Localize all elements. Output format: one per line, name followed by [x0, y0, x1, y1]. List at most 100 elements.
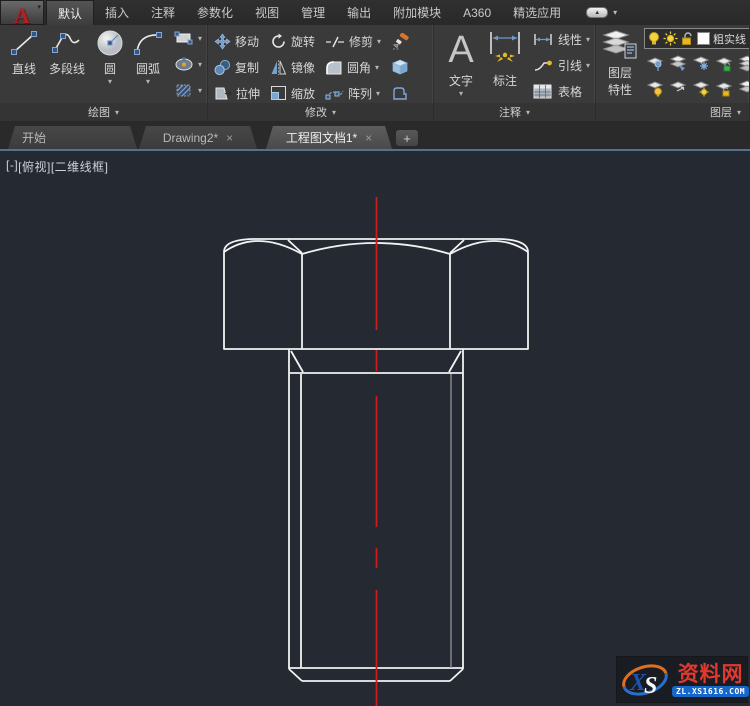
text-button[interactable]: A 文字 ▾ — [440, 28, 482, 103]
ellipse-dropdown-icon[interactable]: ▾ — [198, 60, 202, 69]
layer-on-off-button[interactable] — [644, 77, 665, 99]
file-tab-active-doc-label: 工程图文档1* — [285, 131, 358, 145]
table-icon — [532, 84, 554, 99]
text-dropdown-icon[interactable]: ▾ — [459, 90, 463, 98]
text-label: 文字 — [448, 74, 473, 88]
mirror-button[interactable]: 镜像 — [270, 59, 315, 76]
circle-button[interactable]: 圆 ▾ — [92, 28, 128, 103]
layer-lock-button[interactable] — [713, 52, 734, 74]
application-menu-button[interactable]: A ▾ — [0, 0, 44, 28]
scale-button[interactable]: 缩放 — [270, 85, 315, 102]
tab-insert[interactable]: 插入 — [94, 0, 140, 25]
trim-label: 修剪 — [349, 35, 374, 50]
tab-view[interactable]: 视图 — [244, 0, 290, 25]
array-dropdown-icon[interactable]: ▾ — [376, 89, 380, 98]
table-label: 表格 — [558, 85, 583, 99]
file-tab-active-doc[interactable]: 工程图文档1* × — [266, 126, 392, 149]
layer-isolate-button[interactable] — [644, 52, 665, 74]
tab-manage[interactable]: 管理 — [290, 0, 336, 25]
line-label: 直线 — [11, 62, 36, 76]
linear-label: 线性 — [558, 33, 583, 47]
tab-a360[interactable]: A360 — [452, 0, 502, 25]
new-drawing-button[interactable]: + — [395, 129, 419, 147]
draw-panel-expand-icon: ▾ — [114, 107, 119, 117]
fillet-icon — [325, 60, 343, 75]
tab-addins[interactable]: 附加模块 — [382, 0, 452, 25]
linear-dimension-button[interactable]: 线性 ▾ — [532, 31, 590, 48]
layer-thaw-sun-icon — [663, 31, 678, 46]
move-icon — [214, 33, 231, 50]
draw-panel-title[interactable]: 绘图 ▾ — [0, 103, 207, 121]
dimension-button[interactable]: 标注 — [482, 28, 528, 103]
tab-parametric[interactable]: 参数化 — [186, 0, 244, 25]
tab-output[interactable]: 输出 — [336, 0, 382, 25]
table-button[interactable]: 表格 — [532, 83, 590, 100]
layers-panel-title[interactable]: 图层 ▾ — [596, 103, 749, 121]
erase-button[interactable] — [391, 33, 411, 50]
trim-button[interactable]: 修剪 ▾ — [325, 33, 381, 50]
fillet-button[interactable]: 圆角 ▾ — [325, 59, 381, 76]
ellipse-button[interactable]: ▾ — [174, 56, 202, 72]
explode-icon — [391, 59, 409, 76]
move-button[interactable]: 移动 — [214, 33, 260, 50]
linear-dropdown-icon[interactable]: ▾ — [586, 35, 590, 44]
layer-properties-label-2: 特性 — [607, 83, 632, 97]
ribbon-collapse-control: ▲ ▾ — [586, 0, 617, 25]
tab-annotate[interactable]: 注释 — [140, 0, 186, 25]
line-icon — [9, 28, 39, 58]
annotate-panel-title[interactable]: 注释 ▾ — [434, 103, 595, 121]
ribbon-collapse-button[interactable]: ▲ — [586, 7, 609, 18]
layer-walk-button[interactable] — [736, 77, 749, 99]
stretch-button[interactable]: 拉伸 — [214, 85, 260, 102]
trim-dropdown-icon[interactable]: ▾ — [377, 37, 381, 46]
layer-thaw-all-button[interactable] — [690, 77, 711, 99]
mirror-label: 镜像 — [291, 60, 316, 75]
offset-icon — [391, 85, 409, 101]
svg-text:A: A — [448, 29, 474, 70]
dimension-label: 标注 — [492, 74, 517, 88]
rectangle-dropdown-icon[interactable]: ▾ — [198, 34, 202, 43]
layer-change-button[interactable] — [667, 77, 688, 99]
current-layer-name: 粗实线 — [713, 33, 746, 46]
leader-dropdown-icon[interactable]: ▾ — [586, 61, 590, 70]
panel-annotate: A 文字 ▾ 标注 线性 ▾ 引线 ▾ 表格 注释 ▾ — [434, 25, 596, 121]
application-menu-caret-icon: ▾ — [37, 4, 41, 11]
offset-button[interactable] — [391, 85, 411, 101]
line-button[interactable]: 直线 — [6, 28, 42, 103]
explode-button[interactable] — [391, 59, 411, 76]
hatch-dropdown-icon[interactable]: ▾ — [198, 86, 202, 95]
layer-freeze-button[interactable] — [690, 52, 711, 74]
watermark-brand: 资料网 — [677, 661, 744, 686]
leader-button[interactable]: 引线 ▾ — [532, 57, 590, 74]
close-icon[interactable]: × — [226, 131, 233, 145]
layer-match-button[interactable] — [736, 52, 749, 74]
close-icon[interactable]: × — [365, 131, 372, 145]
file-tab-start[interactable]: 开始 — [8, 126, 137, 149]
text-icon: A — [443, 28, 479, 70]
array-button[interactable]: 阵列 ▾ — [325, 85, 381, 102]
layer-properties-button[interactable]: 图层 特性 — [602, 28, 638, 103]
model-space-canvas[interactable]: [-] [俯视] [二维线框] X S 资料网 ZL.XS1616.COM — [0, 151, 750, 706]
tab-default[interactable]: 默认 — [46, 0, 95, 25]
panel-modify: 移动 旋转 修剪 ▾ 复制 镜像 圆角 ▾ 拉伸 缩放 阵列 ▾ 修改 ▾ — [208, 25, 434, 121]
copy-button[interactable]: 复制 — [214, 59, 260, 76]
rectangle-button[interactable]: ▾ — [174, 31, 202, 46]
layer-make-current-button[interactable] — [667, 52, 688, 74]
panel-layers: 图层 特性 粗实线 图层 ▾ — [596, 25, 750, 121]
panel-draw: 直线 多段线 圆 ▾ 圆弧 ▾ ▾ ▾ ▾ 绘图 ▾ — [0, 25, 208, 121]
tab-featured-apps[interactable]: 精选应用 — [502, 0, 572, 25]
modify-panel-title[interactable]: 修改 ▾ — [208, 103, 433, 121]
circle-dropdown-icon[interactable]: ▾ — [108, 78, 112, 86]
ribbon-collapse-caret-icon[interactable]: ▾ — [613, 8, 617, 17]
file-tab-drawing2[interactable]: Drawing2* × — [139, 126, 257, 149]
arc-button[interactable]: 圆弧 ▾ — [128, 28, 168, 103]
polyline-button[interactable]: 多段线 — [42, 28, 92, 103]
rectangle-icon — [174, 31, 194, 46]
layer-selector-combo[interactable]: 粗实线 — [644, 28, 749, 49]
rotate-button[interactable]: 旋转 — [270, 33, 315, 50]
arc-dropdown-icon[interactable]: ▾ — [146, 78, 150, 86]
erase-icon — [391, 33, 411, 50]
fillet-dropdown-icon[interactable]: ▾ — [375, 63, 379, 72]
layer-unlock-all-button[interactable] — [713, 77, 734, 99]
hatch-button[interactable]: ▾ — [174, 82, 202, 99]
